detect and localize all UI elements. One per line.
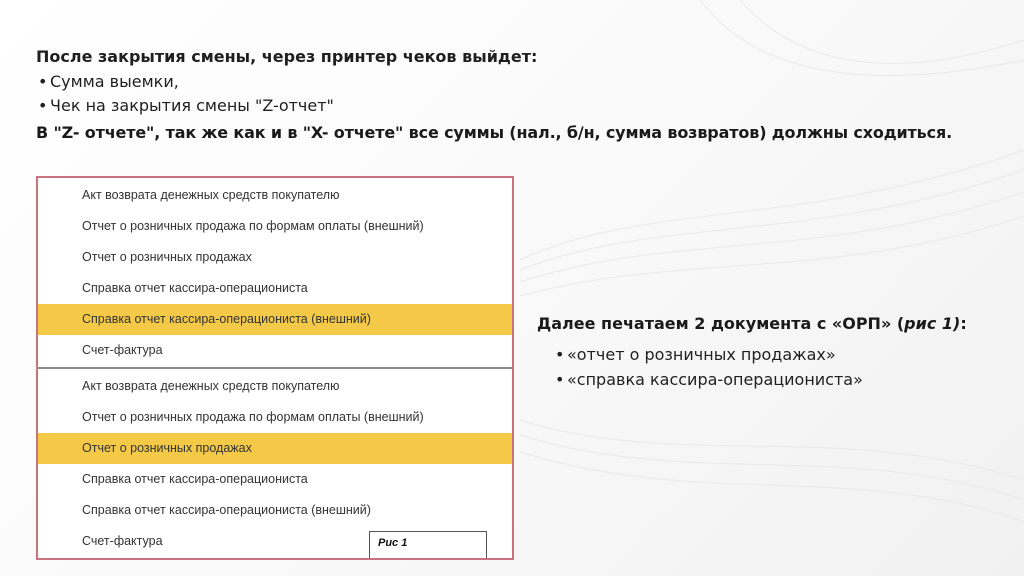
bullet-dot-icon: • bbox=[38, 96, 48, 115]
bullet-dot-icon: • bbox=[38, 72, 48, 91]
menu-item-retail-sales-report[interactable]: Отчет о розничных продажах bbox=[38, 433, 512, 464]
menu-item-cashier-report-external[interactable]: Справка отчет кассира-операциониста (вне… bbox=[38, 304, 512, 335]
instructions-list-item: • «отчет о розничных продажах» bbox=[555, 342, 1007, 367]
bullet-dot-icon: • bbox=[555, 345, 565, 364]
heading-block: После закрытия смены, через принтер чеко… bbox=[36, 46, 1016, 145]
heading-bullet-item: • Чек на закрытия смены "Z-отчет" bbox=[36, 94, 1016, 118]
menu-item-refund-act[interactable]: Акт возврата денежных средств покупателю bbox=[38, 180, 512, 211]
print-menu-group-2: Акт возврата денежных средств покупателю… bbox=[38, 371, 512, 557]
figure-reference: рис 1) bbox=[904, 314, 961, 333]
menu-item-cashier-report-external[interactable]: Справка отчет кассира-операциониста (вне… bbox=[38, 495, 512, 526]
instructions-title: Далее печатаем 2 документа с «ОРП» (рис … bbox=[537, 314, 967, 333]
figure-label: Рис 1 bbox=[369, 531, 487, 558]
print-menu-screenshot: Акт возврата денежных средств покупателю… bbox=[36, 176, 514, 560]
menu-divider bbox=[38, 367, 512, 369]
menu-item-retail-sales-by-payment-external[interactable]: Отчет о розничных продажа по формам опла… bbox=[38, 211, 512, 242]
instructions-list: • «отчет о розничных продажах» • «справка … bbox=[537, 342, 1007, 392]
print-menu-group-1: Акт возврата денежных средств покупателю… bbox=[38, 178, 512, 366]
instructions-list-item: • «справка кассира-операциониста» bbox=[555, 367, 1007, 392]
heading-bullets: • Сумма выемки, • Чек на закрытия смены "Z… bbox=[36, 70, 1016, 118]
menu-item-cashier-report[interactable]: Справка отчет кассира-операциониста bbox=[38, 464, 512, 495]
menu-item-retail-sales-report[interactable]: Отчет о розничных продажах bbox=[38, 242, 512, 273]
heading-title: После закрытия смены, через принтер чеко… bbox=[36, 47, 538, 66]
menu-item-refund-act[interactable]: Акт возврата денежных средств покупателю bbox=[38, 371, 512, 402]
instructions-block: Далее печатаем 2 документа с «ОРП» (рис … bbox=[537, 312, 1007, 392]
menu-item-invoice[interactable]: Счет-фактура bbox=[38, 335, 512, 366]
menu-item-retail-sales-by-payment-external[interactable]: Отчет о розничных продажа по формам опла… bbox=[38, 402, 512, 433]
menu-item-cashier-report[interactable]: Справка отчет кассира-операциониста bbox=[38, 273, 512, 304]
bullet-dot-icon: • bbox=[555, 370, 565, 389]
heading-bullet-item: • Сумма выемки, bbox=[36, 70, 1016, 94]
heading-emphasis: В "Z- отчете", так же как и в "X- отчете… bbox=[36, 123, 953, 142]
